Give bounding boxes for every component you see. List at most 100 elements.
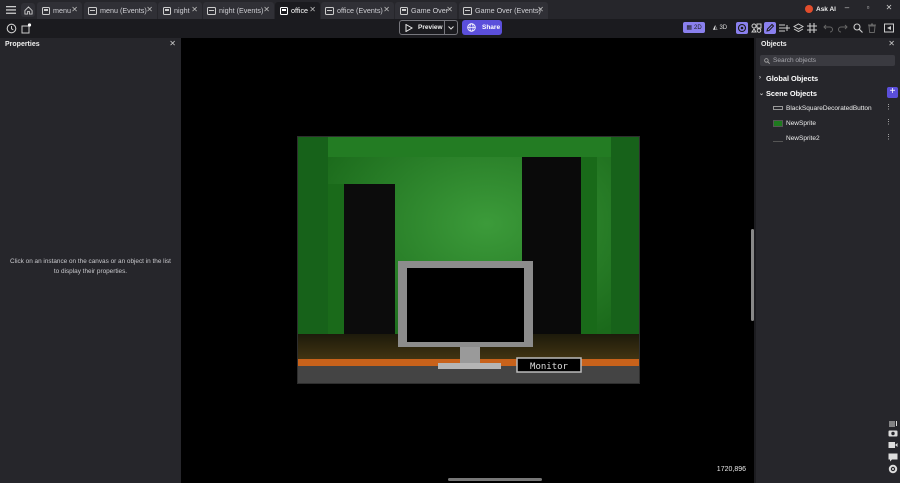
open-panel-icon[interactable]	[883, 22, 895, 34]
tab-label: office	[291, 6, 309, 15]
video-icon[interactable]	[888, 440, 898, 450]
vertical-scrollbar[interactable]	[751, 229, 754, 321]
tab-menu[interactable]: menu ✕	[37, 2, 82, 19]
panel-title: Properties	[5, 41, 40, 48]
tab-night-events[interactable]: night (Events) ✕	[203, 2, 274, 19]
zoom-icon[interactable]	[852, 22, 864, 34]
menu-icon[interactable]	[4, 3, 18, 17]
events-icon	[463, 6, 472, 15]
redo-icon[interactable]	[837, 22, 849, 34]
scene-objects-group[interactable]: ⌄ Scene Objects	[759, 87, 817, 99]
tab-game-over-events[interactable]: Game Over (Events) ✕	[459, 2, 548, 19]
mode-3d-label: 3D	[719, 24, 728, 31]
tab-label: Game Over	[411, 6, 449, 15]
more-options-icon[interactable]: ⋮	[885, 118, 892, 126]
horizontal-scrollbar[interactable]	[448, 478, 542, 481]
scene-icon	[162, 6, 171, 15]
object-item[interactable]: NewSprite2 ⋮	[773, 132, 898, 144]
events-icon	[88, 6, 97, 15]
share-label: Share	[482, 24, 501, 31]
mode-3d-toggle[interactable]: ◭ 3D	[710, 22, 730, 33]
camera-preview-icon[interactable]	[736, 22, 748, 34]
mode-2d-toggle[interactable]: ▦ 2D	[683, 22, 705, 33]
tab-label: Game Over (Events)	[475, 6, 541, 15]
green-sprite-thumb	[773, 119, 783, 127]
tab-menu-events[interactable]: menu (Events) ✕	[84, 2, 157, 19]
tab-office-events[interactable]: office (Events) ✕	[321, 2, 394, 19]
object-name: BlackSquareDecoratedButton	[786, 104, 872, 112]
object-name: NewSprite2	[786, 134, 820, 142]
camera-icon[interactable]	[888, 428, 898, 438]
play-icon	[405, 23, 413, 32]
close-icon[interactable]: ✕	[383, 5, 390, 14]
close-icon[interactable]: ✕	[71, 5, 78, 14]
scene-icon	[41, 6, 50, 15]
objects-panel: Objects ✕ Search objects › Global Object…	[756, 38, 900, 483]
share-button[interactable]: Share	[462, 20, 502, 35]
window-close-icon[interactable]: ✕	[882, 1, 896, 15]
ask-ai-button[interactable]: Ask AI	[805, 3, 836, 15]
tab-label: office (Events)	[337, 6, 383, 15]
tab-bar: menu ✕ menu (Events) ✕ night ✕ night (Ev…	[0, 0, 900, 19]
maximize-icon[interactable]: ▫	[861, 1, 875, 15]
close-icon[interactable]: ✕	[309, 5, 316, 14]
preview-button[interactable]: Preview	[399, 20, 445, 35]
events-icon	[207, 6, 216, 15]
minimize-icon[interactable]: –	[840, 1, 854, 15]
ai-logo-icon	[805, 5, 813, 13]
close-icon[interactable]: ✕	[169, 39, 176, 48]
object-groups-icon[interactable]	[750, 22, 762, 34]
cube-icon: ◭	[712, 25, 718, 31]
scene-canvas[interactable]: Monitor 1720,896	[181, 38, 754, 483]
more-options-icon[interactable]: ⋮	[885, 133, 892, 141]
scene-icon	[279, 6, 288, 15]
preview-label: Preview	[418, 24, 443, 31]
add-object-button[interactable]: +	[887, 87, 898, 98]
group-label: Scene Objects	[766, 88, 817, 98]
close-icon[interactable]: ✕	[446, 5, 453, 14]
home-icon[interactable]	[21, 3, 35, 17]
ask-ai-label: Ask AI	[816, 5, 836, 13]
object-name: NewSprite	[786, 119, 816, 127]
close-icon[interactable]: ✕	[263, 5, 270, 14]
tab-game-over[interactable]: Game Over ✕	[395, 2, 457, 19]
close-icon[interactable]: ✕	[191, 5, 198, 14]
scene-icon	[399, 6, 408, 15]
add-list-icon[interactable]	[778, 22, 790, 34]
office-scene-image: Monitor	[298, 137, 639, 383]
properties-header: Properties ✕	[0, 38, 181, 51]
search-input[interactable]: Search objects	[760, 55, 895, 66]
tab-label: night (Events)	[219, 6, 264, 15]
history-icon[interactable]	[5, 22, 17, 34]
tab-label: menu (Events)	[100, 6, 147, 15]
close-icon[interactable]: ✕	[537, 5, 544, 14]
tab-office[interactable]: office ✕	[275, 2, 320, 19]
close-icon[interactable]: ✕	[888, 39, 895, 48]
tab-night[interactable]: night ✕	[158, 2, 202, 19]
object-item[interactable]: NewSprite ⋮	[773, 117, 898, 129]
undo-icon[interactable]	[822, 22, 834, 34]
monitor-button-label: Monitor	[530, 362, 569, 372]
scene-preview[interactable]: Monitor	[297, 136, 640, 384]
object-item[interactable]: BlackSquareDecoratedButton ⋮	[773, 102, 898, 114]
chevron-down-icon	[448, 25, 454, 30]
button-thumb	[773, 106, 783, 110]
notification-icon[interactable]	[20, 22, 32, 34]
search-placeholder: Search objects	[773, 57, 816, 64]
group-label: Global Objects	[766, 73, 819, 83]
comment-icon[interactable]	[888, 452, 898, 462]
grid-icon: ▦	[686, 25, 692, 31]
events-icon	[325, 6, 334, 15]
close-icon[interactable]: ✕	[146, 5, 153, 14]
more-options-icon[interactable]: ⋮	[885, 103, 892, 111]
edit-icon[interactable]	[764, 22, 776, 34]
trash-icon[interactable]	[866, 22, 878, 34]
layers-icon[interactable]	[792, 22, 804, 34]
global-objects-group[interactable]: › Global Objects	[759, 72, 818, 84]
objects-header: Objects ✕	[756, 38, 900, 51]
grid-hash-icon[interactable]	[806, 22, 818, 34]
properties-hint: Click on an instance on the canvas or an…	[10, 258, 171, 275]
panel-title: Objects	[761, 41, 787, 48]
settings-gear-icon[interactable]	[888, 464, 898, 474]
preview-dropdown[interactable]	[445, 20, 458, 35]
